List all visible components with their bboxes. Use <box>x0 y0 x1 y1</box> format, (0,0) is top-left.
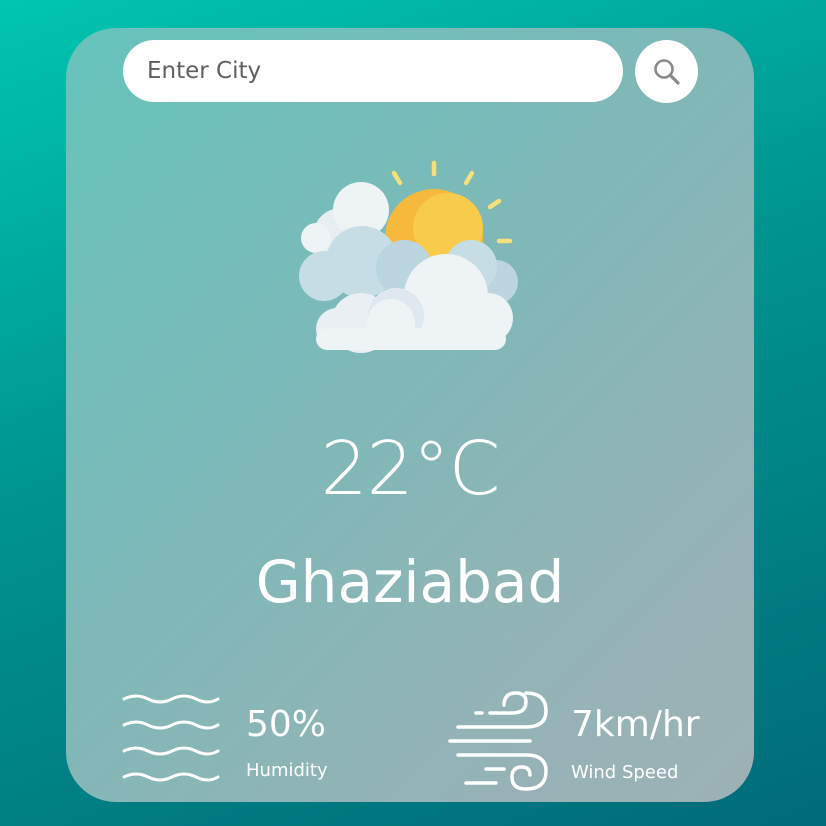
search-button[interactable] <box>635 40 698 103</box>
temperature: 22°C <box>320 426 501 512</box>
wind-speed-value: 7km/hr <box>571 704 700 745</box>
search-icon <box>653 58 680 85</box>
humidity-label: Humidity <box>246 760 328 781</box>
wind-icon <box>448 691 548 791</box>
city-search-input[interactable] <box>123 40 623 102</box>
partly-cloudy-icon <box>299 160 518 353</box>
city-name: Ghaziabad <box>255 548 565 616</box>
weather-card: 22°C Ghaziabad 50% Humidity 7km/hr Wind … <box>66 28 754 802</box>
humidity-value: 50% <box>246 704 327 745</box>
wind-speed-label: Wind Speed <box>571 762 679 783</box>
humidity-waves-icon <box>122 694 220 782</box>
